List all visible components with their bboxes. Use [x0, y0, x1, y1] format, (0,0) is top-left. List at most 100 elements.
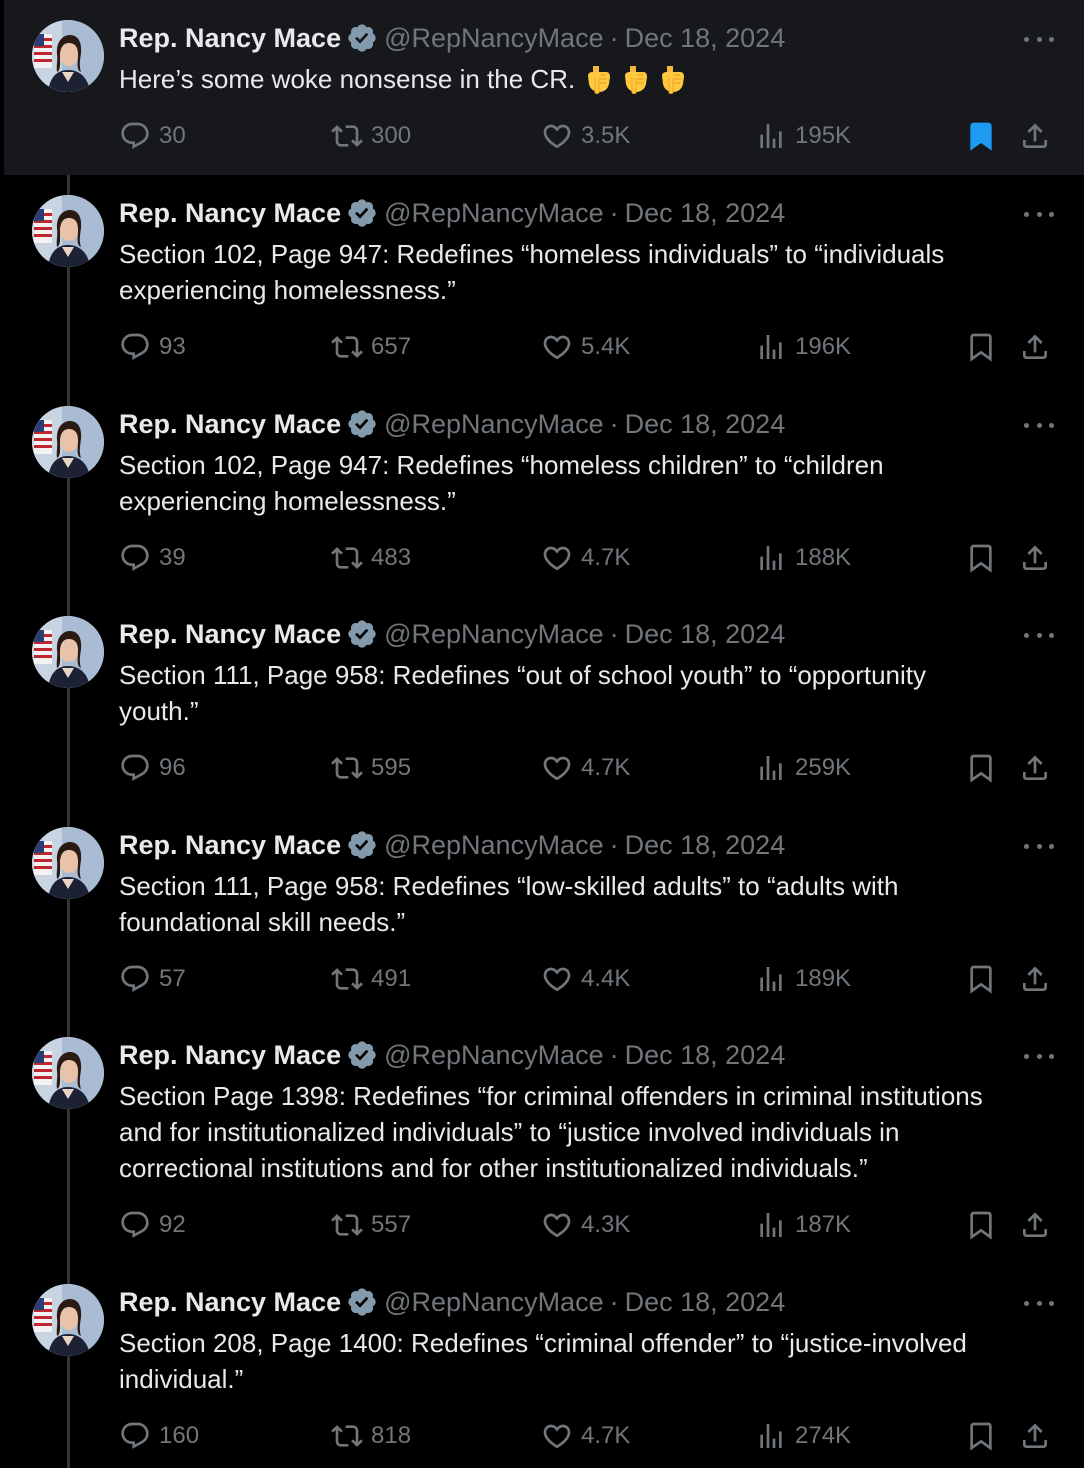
more-options-icon[interactable] [1024, 32, 1054, 46]
views-button[interactable]: 195K [755, 116, 851, 156]
like-button[interactable]: 4.7K [541, 538, 630, 578]
repost-count: 595 [371, 754, 412, 781]
share-button[interactable] [1019, 959, 1051, 999]
tweet[interactable]: Rep. Nancy Mace @RepNancyMace · Dec 18, 202… [4, 596, 1084, 807]
share-button[interactable] [1019, 116, 1051, 156]
reply-button[interactable]: 92 [119, 1205, 186, 1245]
tweet-text-line: foundational skill needs.” [119, 907, 406, 937]
more-options-icon[interactable] [1024, 628, 1054, 642]
tweet[interactable]: Rep. Nancy Mace @RepNancyMace · Dec 18, 202… [4, 0, 1084, 175]
more-options-icon[interactable] [1024, 1296, 1054, 1310]
bookmark-button[interactable] [965, 1205, 997, 1245]
like-button[interactable]: 4.7K [541, 748, 630, 788]
author-name[interactable]: Rep. Nancy Mace [119, 23, 341, 54]
more-options-icon[interactable] [1024, 207, 1054, 221]
tweet-date[interactable]: Dec 18, 2024 [625, 1040, 786, 1071]
views-button[interactable]: 196K [755, 327, 851, 367]
reply-button[interactable]: 30 [119, 116, 186, 156]
bookmark-button[interactable] [965, 116, 997, 156]
bookmark-button[interactable] [965, 959, 997, 999]
like-button[interactable]: 4.3K [541, 1205, 630, 1245]
author-name[interactable]: Rep. Nancy Mace [119, 830, 341, 861]
reply-count: 39 [159, 544, 186, 571]
separator-dot: · [609, 408, 619, 439]
author-name[interactable]: Rep. Nancy Mace [119, 1040, 341, 1071]
views-button[interactable]: 274K [755, 1416, 851, 1456]
view-count: 274K [795, 1422, 852, 1449]
reply-count: 57 [159, 965, 186, 992]
avatar[interactable] [32, 406, 104, 478]
pointing-down-emoji-icon [658, 64, 686, 94]
reply-button[interactable]: 96 [119, 748, 186, 788]
like-count: 3.5K [581, 122, 631, 149]
bar-chart-icon [755, 963, 795, 995]
repost-button[interactable]: 483 [331, 538, 411, 578]
more-options-icon[interactable] [1024, 1049, 1054, 1063]
tweet-date[interactable]: Dec 18, 2024 [625, 619, 786, 650]
reply-icon [119, 1420, 159, 1452]
views-button[interactable]: 189K [755, 959, 851, 999]
tweet-date[interactable]: Dec 18, 2024 [625, 1287, 786, 1318]
avatar[interactable] [32, 1284, 104, 1356]
author-handle[interactable]: @RepNancyMace [384, 1287, 604, 1318]
reply-button[interactable]: 39 [119, 538, 186, 578]
reply-button[interactable]: 57 [119, 959, 186, 999]
avatar[interactable] [32, 195, 104, 267]
tweet[interactable]: Rep. Nancy Mace @RepNancyMace · Dec 18, 202… [4, 175, 1084, 386]
share-button[interactable] [1019, 538, 1051, 578]
like-button[interactable]: 3.5K [541, 116, 630, 156]
author-handle[interactable]: @RepNancyMace [384, 198, 604, 229]
share-icon [1019, 1209, 1051, 1241]
bookmark-button[interactable] [965, 538, 997, 578]
reply-button[interactable]: 93 [119, 327, 186, 367]
repost-button[interactable]: 595 [331, 748, 411, 788]
author-handle[interactable]: @RepNancyMace [384, 1040, 604, 1071]
repost-button[interactable]: 491 [331, 959, 411, 999]
share-button[interactable] [1019, 1205, 1051, 1245]
repost-button[interactable]: 300 [331, 116, 411, 156]
like-button[interactable]: 4.7K [541, 1416, 630, 1456]
repost-button[interactable]: 818 [331, 1416, 411, 1456]
views-button[interactable]: 187K [755, 1205, 851, 1245]
tweet-date[interactable]: Dec 18, 2024 [625, 409, 786, 440]
reply-icon [119, 1209, 159, 1241]
avatar[interactable] [32, 20, 104, 92]
tweet[interactable]: Rep. Nancy Mace @RepNancyMace · Dec 18, 202… [4, 1017, 1084, 1264]
avatar[interactable] [32, 827, 104, 899]
bookmark-button[interactable] [965, 748, 997, 788]
verified-badge-icon [346, 197, 378, 229]
views-button[interactable]: 188K [755, 538, 851, 578]
like-button[interactable]: 4.4K [541, 959, 630, 999]
author-handle[interactable]: @RepNancyMace [384, 23, 604, 54]
avatar[interactable] [32, 1037, 104, 1109]
share-button[interactable] [1019, 748, 1051, 788]
share-icon [1019, 542, 1051, 574]
more-options-icon[interactable] [1024, 418, 1054, 432]
bookmark-button[interactable] [965, 327, 997, 367]
tweet[interactable]: Rep. Nancy Mace @RepNancyMace · Dec 18, 202… [4, 1264, 1084, 1468]
repost-icon [331, 752, 371, 784]
repost-button[interactable]: 657 [331, 327, 411, 367]
share-button[interactable] [1019, 327, 1051, 367]
author-name[interactable]: Rep. Nancy Mace [119, 619, 341, 650]
tweet[interactable]: Rep. Nancy Mace @RepNancyMace · Dec 18, 202… [4, 807, 1084, 1017]
tweet[interactable]: Rep. Nancy Mace @RepNancyMace · Dec 18, 202… [4, 386, 1084, 596]
reply-button[interactable]: 160 [119, 1416, 199, 1456]
author-name[interactable]: Rep. Nancy Mace [119, 1287, 341, 1318]
author-handle[interactable]: @RepNancyMace [384, 619, 604, 650]
like-button[interactable]: 5.4K [541, 327, 630, 367]
author-name[interactable]: Rep. Nancy Mace [119, 198, 341, 229]
views-button[interactable]: 259K [755, 748, 851, 788]
share-button[interactable] [1019, 1416, 1051, 1456]
avatar[interactable] [32, 616, 104, 688]
bookmark-button[interactable] [965, 1416, 997, 1456]
tweet-date[interactable]: Dec 18, 2024 [625, 830, 786, 861]
author-name[interactable]: Rep. Nancy Mace [119, 409, 341, 440]
repost-button[interactable]: 557 [331, 1205, 411, 1245]
more-options-icon[interactable] [1024, 839, 1054, 853]
tweet-actions: 30 300 3.5K 195K [119, 116, 1059, 156]
tweet-date[interactable]: Dec 18, 2024 [625, 23, 786, 54]
tweet-date[interactable]: Dec 18, 2024 [625, 198, 786, 229]
author-handle[interactable]: @RepNancyMace [384, 409, 604, 440]
author-handle[interactable]: @RepNancyMace [384, 830, 604, 861]
